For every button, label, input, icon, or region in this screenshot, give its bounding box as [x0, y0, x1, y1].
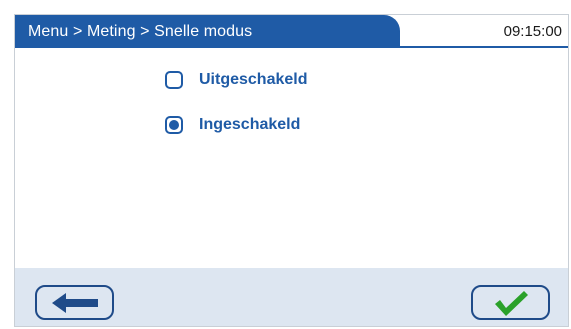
footer: [15, 268, 568, 326]
arrow-left-icon: [51, 292, 98, 313]
screen: Menu > Meting > Snelle modus 09:15:00 Ui…: [14, 14, 569, 327]
option-ingeschakeld[interactable]: Ingeschakeld: [165, 112, 300, 138]
checkmark-icon: [494, 290, 528, 316]
options-panel: Uitgeschakeld Ingeschakeld: [15, 48, 568, 270]
breadcrumb: Menu > Meting > Snelle modus: [15, 15, 400, 48]
option-label: Ingeschakeld: [199, 116, 301, 133]
back-button[interactable]: [35, 285, 114, 320]
radio-dot: [169, 120, 179, 130]
option-uitgeschakeld[interactable]: Uitgeschakeld: [165, 67, 307, 93]
option-label: Uitgeschakeld: [199, 71, 308, 88]
breadcrumb-text: Menu > Meting > Snelle modus: [28, 22, 253, 40]
clock: 09:15:00: [503, 23, 562, 40]
confirm-button[interactable]: [471, 285, 550, 320]
radio-unchecked[interactable]: [165, 71, 183, 89]
header: Menu > Meting > Snelle modus 09:15:00: [15, 15, 568, 48]
radio-checked[interactable]: [165, 116, 183, 134]
